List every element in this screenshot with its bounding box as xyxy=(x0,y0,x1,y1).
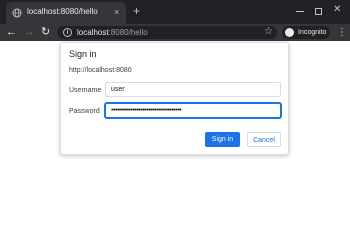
password-label: Password xyxy=(69,108,100,115)
tab-localhost[interactable]: localhost:8080/hello × xyxy=(6,2,126,24)
star-icon[interactable]: ☆ xyxy=(264,25,273,38)
password-field[interactable] xyxy=(105,103,281,118)
incognito-icon xyxy=(285,28,294,37)
dialog-origin: http://localhost:8080 xyxy=(69,67,132,74)
close-icon[interactable]: × xyxy=(114,6,119,18)
incognito-badge[interactable]: Incognito xyxy=(282,26,330,39)
sign-in-dialog: Sign in http://localhost:8080 Username P… xyxy=(60,42,289,155)
tab-title: localhost:8080/hello xyxy=(27,7,98,16)
tab-strip: localhost:8080/hello × + ✕ xyxy=(0,0,350,24)
username-label: Username xyxy=(69,87,102,94)
cancel-button[interactable]: Cancel xyxy=(247,132,281,147)
url-path: :8080/hello xyxy=(108,28,148,37)
menu-icon[interactable]: ⋮ xyxy=(337,26,347,39)
minimize-icon[interactable] xyxy=(296,5,304,17)
browser-toolbar: ← → ↻ i localhost:8080/hello ☆ Incognito… xyxy=(0,24,350,41)
url-text: localhost:8080/hello xyxy=(77,27,148,38)
forward-icon[interactable]: → xyxy=(24,26,35,38)
address-bar[interactable]: i localhost:8080/hello xyxy=(57,26,277,39)
reload-icon[interactable]: ↻ xyxy=(41,25,50,39)
dialog-title: Sign in xyxy=(69,49,97,59)
sign-in-button[interactable]: Sign in xyxy=(205,132,240,147)
info-icon[interactable]: i xyxy=(63,28,72,37)
globe-icon xyxy=(12,8,22,18)
plus-icon[interactable]: + xyxy=(133,5,140,17)
back-icon[interactable]: ← xyxy=(6,26,17,38)
incognito-label: Incognito xyxy=(298,29,327,36)
url-host: localhost xyxy=(77,28,109,37)
close-window-icon[interactable]: ✕ xyxy=(333,4,341,16)
username-field[interactable] xyxy=(105,82,281,97)
maximize-icon[interactable] xyxy=(315,8,322,15)
